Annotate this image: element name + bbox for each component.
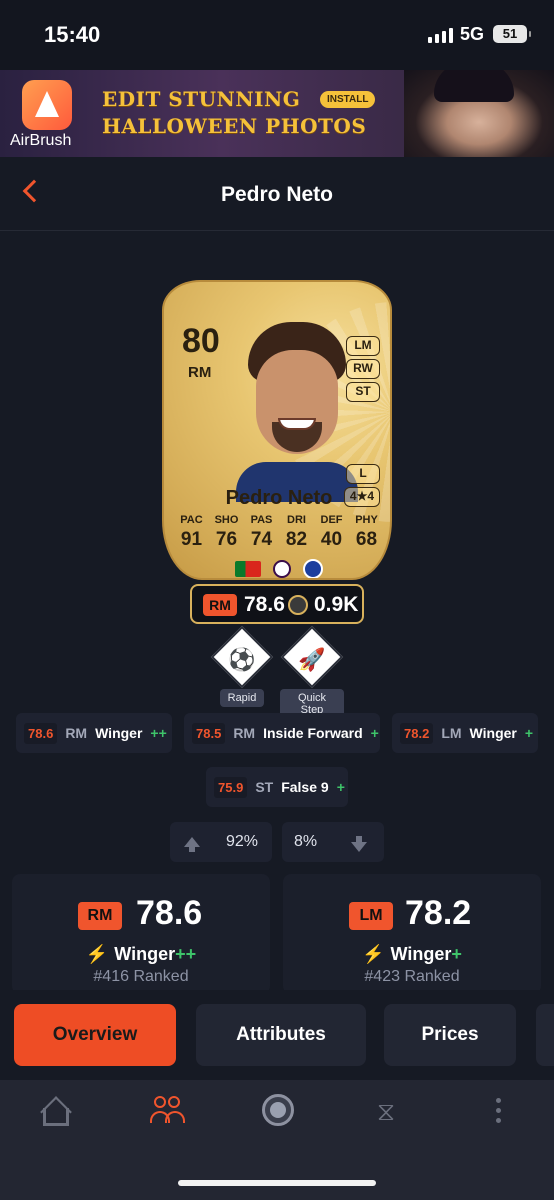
arrow-up-icon xyxy=(184,837,200,852)
stat-phy: PHY 68 xyxy=(355,514,378,550)
battery-icon: 51 xyxy=(493,25,531,43)
stat-sho: SHO 76 xyxy=(214,514,239,550)
arrow-down-icon xyxy=(351,836,368,852)
stat-def: DEF 40 xyxy=(320,514,343,550)
lightning-icon: ⚡ xyxy=(85,944,109,964)
airbrush-logo-icon xyxy=(22,80,72,130)
player-photo xyxy=(236,322,358,502)
rating-price-bar[interactable]: RM 78.6 0.9K xyxy=(190,584,364,624)
quick-step-icon: 🚀 xyxy=(298,646,326,672)
alt-position-chip: ST xyxy=(346,382,380,402)
status-time: 15:40 xyxy=(44,22,101,47)
home-indicator xyxy=(178,1180,376,1186)
tab-prices[interactable]: Prices xyxy=(384,1004,516,1066)
tab-overview[interactable]: Overview xyxy=(14,1004,176,1066)
panel-role: ⚡ Winger+ xyxy=(362,944,462,964)
ad-photo xyxy=(404,70,554,157)
lightning-icon: ⚡ xyxy=(362,944,385,964)
preferred-foot-chip: L xyxy=(346,464,380,484)
club-icon[interactable] xyxy=(258,1094,298,1128)
ad-brand: AirBrush xyxy=(10,132,72,149)
playstyle-rapid[interactable]: ⚽ Rapid xyxy=(210,625,274,707)
player-card: 80 RM LM RW ST L 4★4 Pedro Neto PAC 91 SH… xyxy=(162,280,392,580)
home-icon[interactable] xyxy=(36,1094,76,1128)
rating-panel-lm[interactable]: LM 78.2 ⚡ Winger+ #423 Ranked xyxy=(283,874,541,994)
rapid-icon: ⚽ xyxy=(228,646,256,672)
panel-rating: 78.6 xyxy=(136,894,203,932)
dna-icon[interactable]: ⧖ xyxy=(366,1094,406,1128)
network-label: 5G xyxy=(460,24,485,44)
playstyle-label: Rapid xyxy=(219,689,265,707)
downvote-button[interactable]: 8% xyxy=(282,822,384,862)
chelsea-crest-icon xyxy=(303,559,323,578)
page-title: Pedro Neto xyxy=(220,183,333,206)
panel-rank: #416 Ranked xyxy=(93,968,189,985)
card-position: RM xyxy=(188,364,212,381)
stat-pas: PAS 74 xyxy=(250,514,273,550)
downvote-percent: 8% xyxy=(294,833,318,850)
ad-install-button[interactable]: INSTALL xyxy=(320,91,376,108)
stat-pac: PAC 91 xyxy=(180,514,203,550)
players-icon[interactable] xyxy=(148,1094,188,1128)
card-stats: PAC 91 SHO 76 PAS 74 DRI 82 DEF 40 PHY 68 xyxy=(174,514,384,551)
role-pill[interactable]: 78.2 LM Winger + xyxy=(392,713,538,753)
tab-attributes[interactable]: Attributes xyxy=(196,1004,366,1066)
alt-position-chip: RW xyxy=(346,359,380,379)
panel-rating: 78.2 xyxy=(405,894,472,932)
role-pill[interactable]: 78.5 RM Inside Forward + xyxy=(184,713,380,753)
role-pill[interactable]: 78.6 RM Winger ++ xyxy=(16,713,172,753)
tab-overflow[interactable] xyxy=(536,1004,554,1066)
price-bar-rating: 78.6 xyxy=(244,593,285,616)
card-rating: 80 xyxy=(182,322,220,360)
role-pill[interactable]: 75.9 ST False 9 + xyxy=(206,767,348,807)
alt-position-chip: LM xyxy=(346,336,380,356)
ad-line-2: HALLOWEEN PHOTOS xyxy=(102,114,367,138)
tab-bar: Overview Attributes Prices xyxy=(0,990,554,1080)
upvote-button[interactable]: 92% xyxy=(170,822,272,862)
premier-league-icon xyxy=(273,560,291,578)
panel-position: RM xyxy=(78,902,122,930)
fut-coin-icon xyxy=(288,595,308,615)
card-player-name: Pedro Neto xyxy=(225,487,333,509)
panel-role: ⚡ Winger++ xyxy=(85,944,197,964)
card-badges xyxy=(164,559,390,578)
portugal-flag-icon xyxy=(235,561,261,577)
panel-position: LM xyxy=(349,902,393,930)
playstyle-quick-step[interactable]: 🚀 Quick Step xyxy=(280,625,344,719)
status-bar: 15:40 5G 51 xyxy=(0,0,554,70)
price-bar-price: 0.9K xyxy=(314,593,359,616)
more-icon[interactable] xyxy=(478,1094,518,1128)
panel-rank: #423 Ranked xyxy=(364,968,460,985)
rating-panel-rm[interactable]: RM 78.6 ⚡ Winger++ #416 Ranked xyxy=(12,874,270,994)
page-header: Pedro Neto xyxy=(0,157,554,231)
price-bar-position: RM xyxy=(203,594,237,616)
signal-icon xyxy=(428,27,453,43)
app-screen: 15:40 5G 51 AirBrush EDIT STUNNING HALLO… xyxy=(0,0,554,1200)
stat-dri: DRI 82 xyxy=(285,514,308,550)
upvote-percent: 92% xyxy=(226,833,259,850)
ad-banner[interactable]: AirBrush EDIT STUNNING HALLOWEEN PHOTOS … xyxy=(0,70,554,157)
